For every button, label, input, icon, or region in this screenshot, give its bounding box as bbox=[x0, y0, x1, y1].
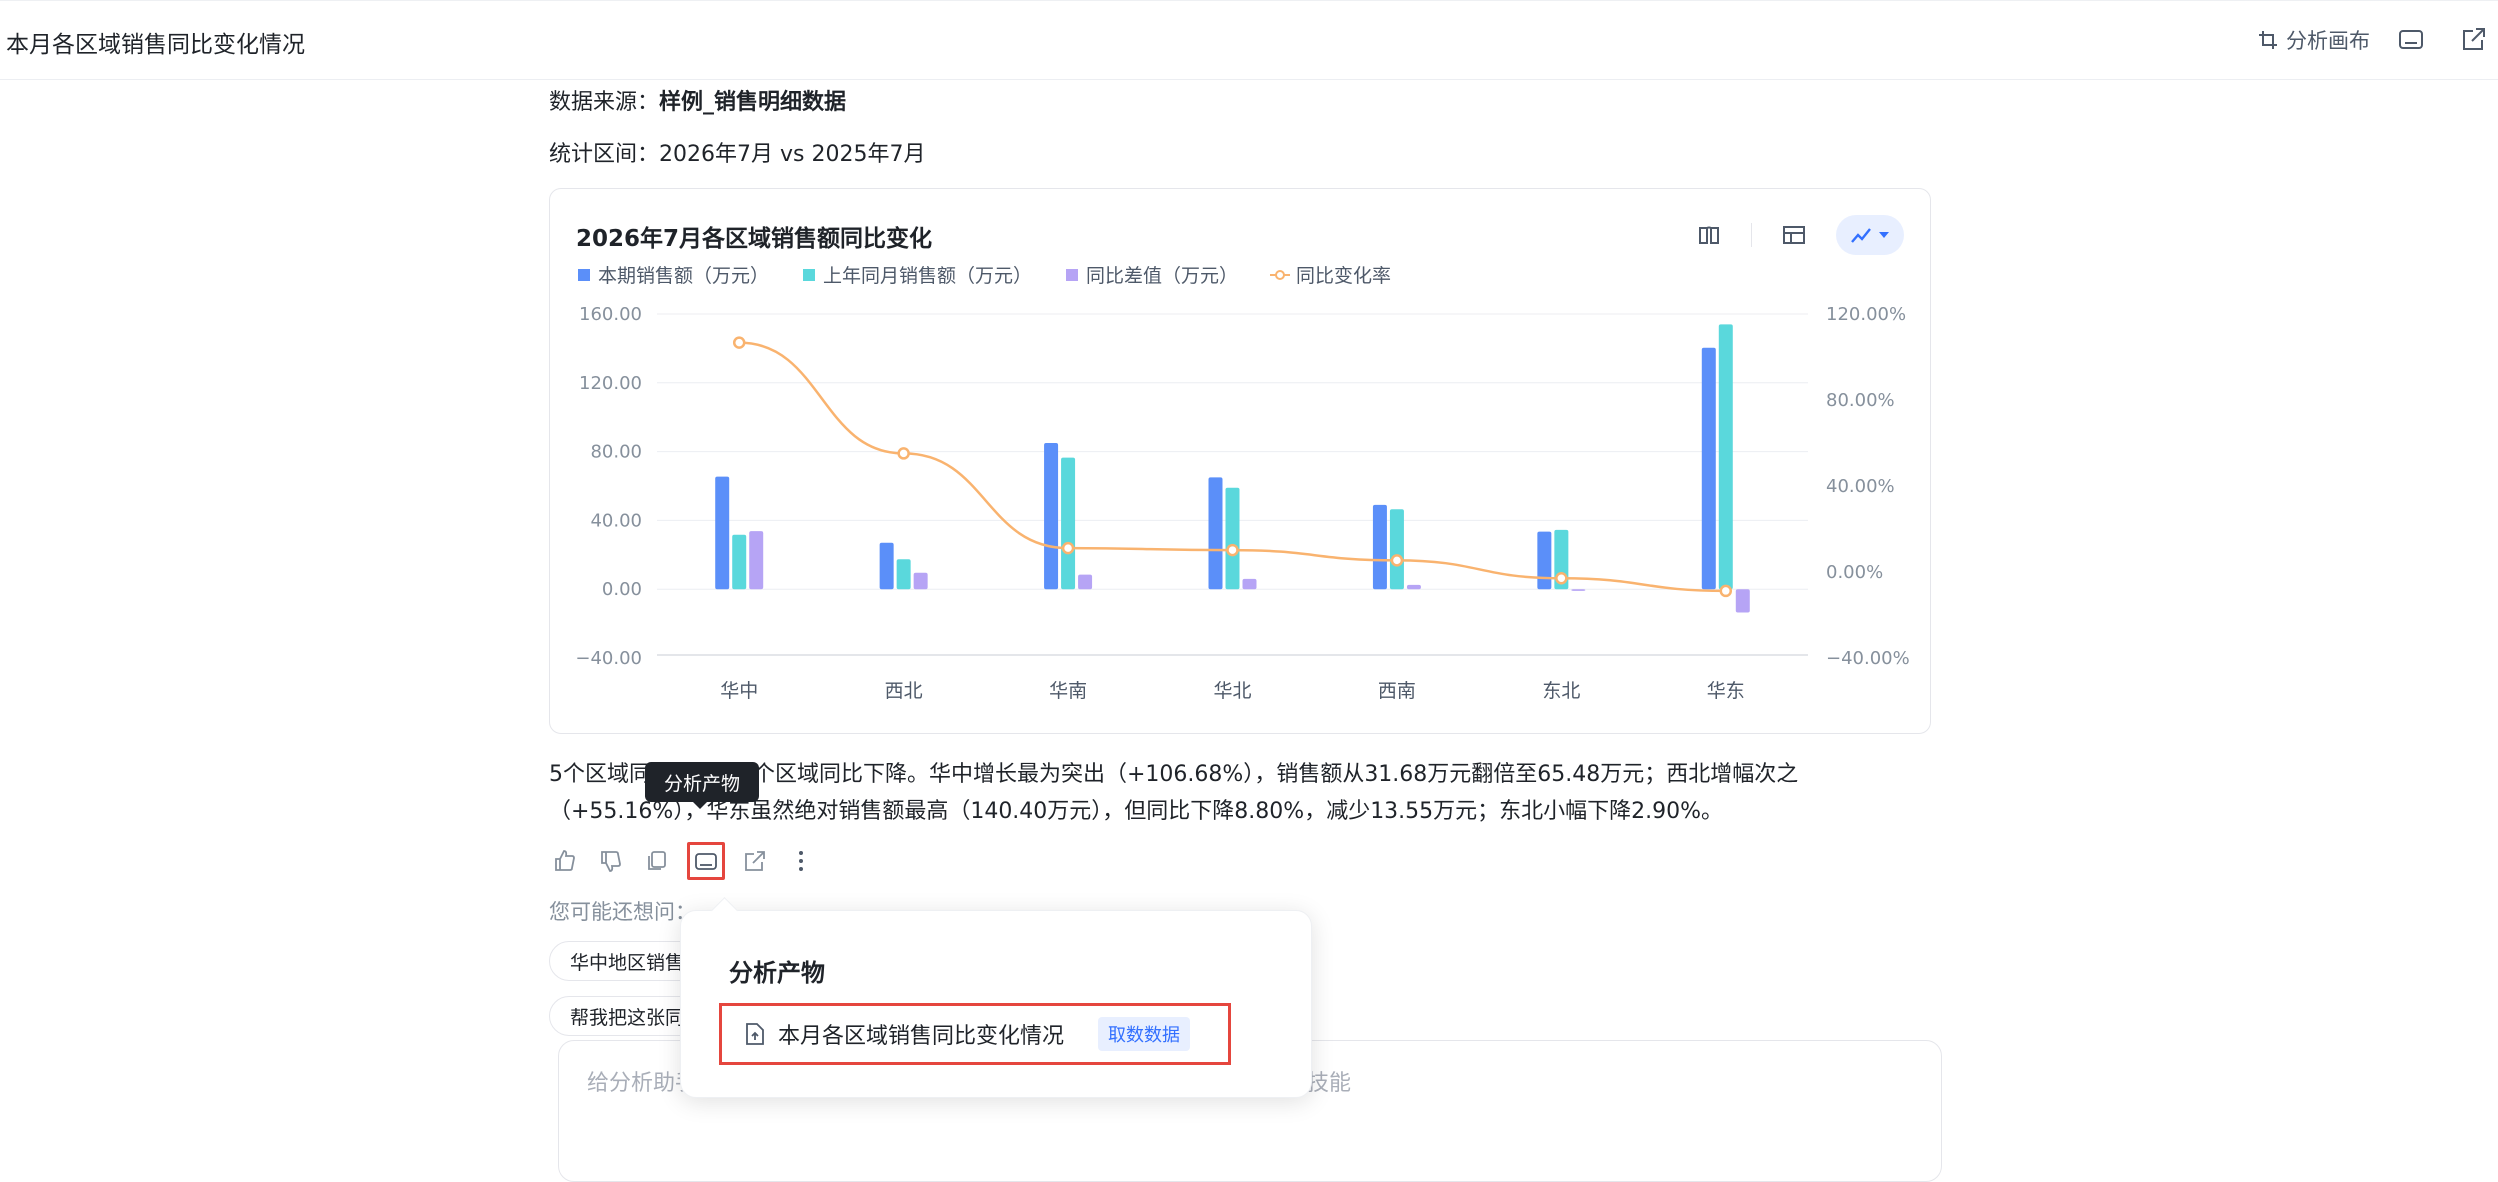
x-tick-label: 华南 bbox=[1049, 680, 1087, 702]
y-right-tick-label: −40.00% bbox=[1826, 648, 1910, 669]
y-right-tick-label: 40.00% bbox=[1826, 476, 1895, 497]
x-tick-label: 东北 bbox=[1542, 680, 1580, 702]
bar bbox=[1044, 443, 1059, 590]
y-left-tick-label: 80.00 bbox=[590, 442, 642, 463]
bar bbox=[715, 476, 730, 590]
bar bbox=[1208, 477, 1223, 590]
table-view-icon[interactable] bbox=[1774, 215, 1814, 255]
bar bbox=[913, 572, 928, 590]
popup-title: 分析产物 bbox=[729, 959, 825, 987]
legend-swatch bbox=[1066, 269, 1078, 281]
period-line: 统计区间：2026年7月 vs 2025年7月 bbox=[549, 136, 925, 168]
message-actions bbox=[549, 842, 817, 880]
thumbs-up-icon[interactable] bbox=[549, 845, 581, 877]
tooltip: 分析产物 bbox=[645, 762, 759, 809]
toolbar-divider bbox=[1751, 223, 1752, 247]
legend-label: 同比差值（万元） bbox=[1086, 265, 1238, 287]
page-title: 本月各区域销售同比变化情况 bbox=[6, 32, 305, 58]
period-label: 统计区间： bbox=[549, 142, 660, 167]
bar bbox=[896, 559, 911, 590]
suggestions-label: 您可能还想问： bbox=[549, 900, 696, 924]
artifacts-button[interactable] bbox=[687, 842, 725, 880]
artifact-tag: 取数数据 bbox=[1098, 1017, 1191, 1051]
legend-label: 本期销售额（万元） bbox=[598, 265, 769, 287]
x-tick-label: 华中 bbox=[720, 680, 758, 702]
y-left-tick-label: 40.00 bbox=[590, 510, 642, 531]
legend-swatch bbox=[1275, 270, 1285, 280]
line-point bbox=[1226, 543, 1239, 557]
crop-icon bbox=[2259, 31, 2277, 49]
bar bbox=[1389, 509, 1404, 590]
legend-label: 同比变化率 bbox=[1296, 265, 1391, 287]
bar bbox=[1537, 531, 1552, 590]
legend-label: 上年同月销售额（万元） bbox=[823, 265, 1032, 287]
line-point bbox=[1719, 584, 1733, 598]
chart-card: 本期销售额（万元） 上年同月销售额（万元） 同比差值（万元） 同比变化率 160.00 1… bbox=[549, 188, 1931, 734]
file-upload-icon bbox=[746, 1023, 764, 1045]
y-left-tick-label: −40.00 bbox=[575, 648, 642, 669]
period-value: 2026年7月 vs 2025年7月 bbox=[659, 142, 926, 167]
legend-swatch bbox=[578, 269, 590, 281]
bar bbox=[1225, 487, 1240, 590]
bar bbox=[879, 542, 894, 590]
copy-icon[interactable] bbox=[641, 845, 673, 877]
line-point bbox=[1555, 571, 1568, 585]
bar bbox=[1701, 347, 1716, 590]
y-left-tick-label: 0.00 bbox=[602, 579, 642, 600]
line-point bbox=[1390, 554, 1404, 567]
x-tick-label: 华北 bbox=[1213, 680, 1251, 702]
data-source-label: 数据来源： bbox=[549, 90, 660, 115]
folder-icon bbox=[695, 853, 717, 870]
chart-title: 2026年7月各区域销售额同比变化 bbox=[576, 226, 933, 252]
bar bbox=[1242, 578, 1257, 590]
line-point bbox=[732, 336, 746, 349]
legend-swatch bbox=[803, 269, 815, 281]
thumbs-down-icon[interactable] bbox=[595, 845, 627, 877]
y-right-tick-label: 0.00% bbox=[1826, 562, 1883, 583]
y-left-tick-label: 160.00 bbox=[579, 304, 642, 325]
top-bar: 本月各区域销售同比变化情况 分析画布 bbox=[0, 0, 2498, 80]
bar bbox=[749, 531, 764, 590]
line-point bbox=[1061, 541, 1075, 555]
x-tick-label: 华东 bbox=[1707, 680, 1745, 702]
bar bbox=[732, 534, 747, 590]
folder-icon[interactable] bbox=[2397, 25, 2425, 53]
chart-type-dropdown[interactable] bbox=[1836, 215, 1904, 255]
x-tick-label: 西北 bbox=[885, 680, 923, 702]
chart-toolbar bbox=[1689, 215, 1904, 255]
line-point bbox=[897, 447, 910, 460]
line-chart-icon bbox=[1851, 228, 1871, 243]
x-tick-label: 西南 bbox=[1378, 680, 1416, 702]
input-placeholder-tail: 技能 bbox=[1307, 1071, 1352, 1096]
data-source-line: 数据来源：样例_销售明细数据 bbox=[549, 84, 846, 116]
bar bbox=[1735, 589, 1750, 613]
more-icon[interactable] bbox=[785, 845, 817, 877]
bar bbox=[1571, 589, 1586, 591]
book-icon[interactable] bbox=[1689, 215, 1729, 255]
analysis-canvas-label: 分析画布 bbox=[2286, 29, 2370, 53]
share-icon[interactable] bbox=[739, 845, 771, 877]
artifact-name: 本月各区域销售同比变化情况 bbox=[778, 1024, 1065, 1049]
bar bbox=[1061, 457, 1076, 590]
share-icon[interactable] bbox=[2460, 25, 2488, 53]
artifacts-popup: 分析产物 本月各区域销售同比变化情况 取数数据 bbox=[680, 910, 1312, 1098]
bar bbox=[1406, 584, 1421, 590]
chart-canvas: 本期销售额（万元） 上年同月销售额（万元） 同比差值（万元） 同比变化率 160.00 1… bbox=[575, 265, 1910, 702]
y-right-tick-label: 80.00% bbox=[1826, 390, 1895, 411]
analysis-canvas-button[interactable]: 分析画布 bbox=[2258, 25, 2370, 55]
data-source-value: 样例_销售明细数据 bbox=[659, 90, 847, 115]
artifact-item[interactable]: 本月各区域销售同比变化情况 取数数据 bbox=[719, 1003, 1231, 1065]
bar bbox=[1078, 574, 1093, 590]
y-left-tick-label: 120.00 bbox=[579, 373, 642, 394]
y-right-tick-label: 120.00% bbox=[1826, 304, 1906, 325]
bar bbox=[1718, 324, 1733, 590]
bar bbox=[1372, 504, 1387, 590]
chevron-down-icon bbox=[1879, 232, 1889, 238]
